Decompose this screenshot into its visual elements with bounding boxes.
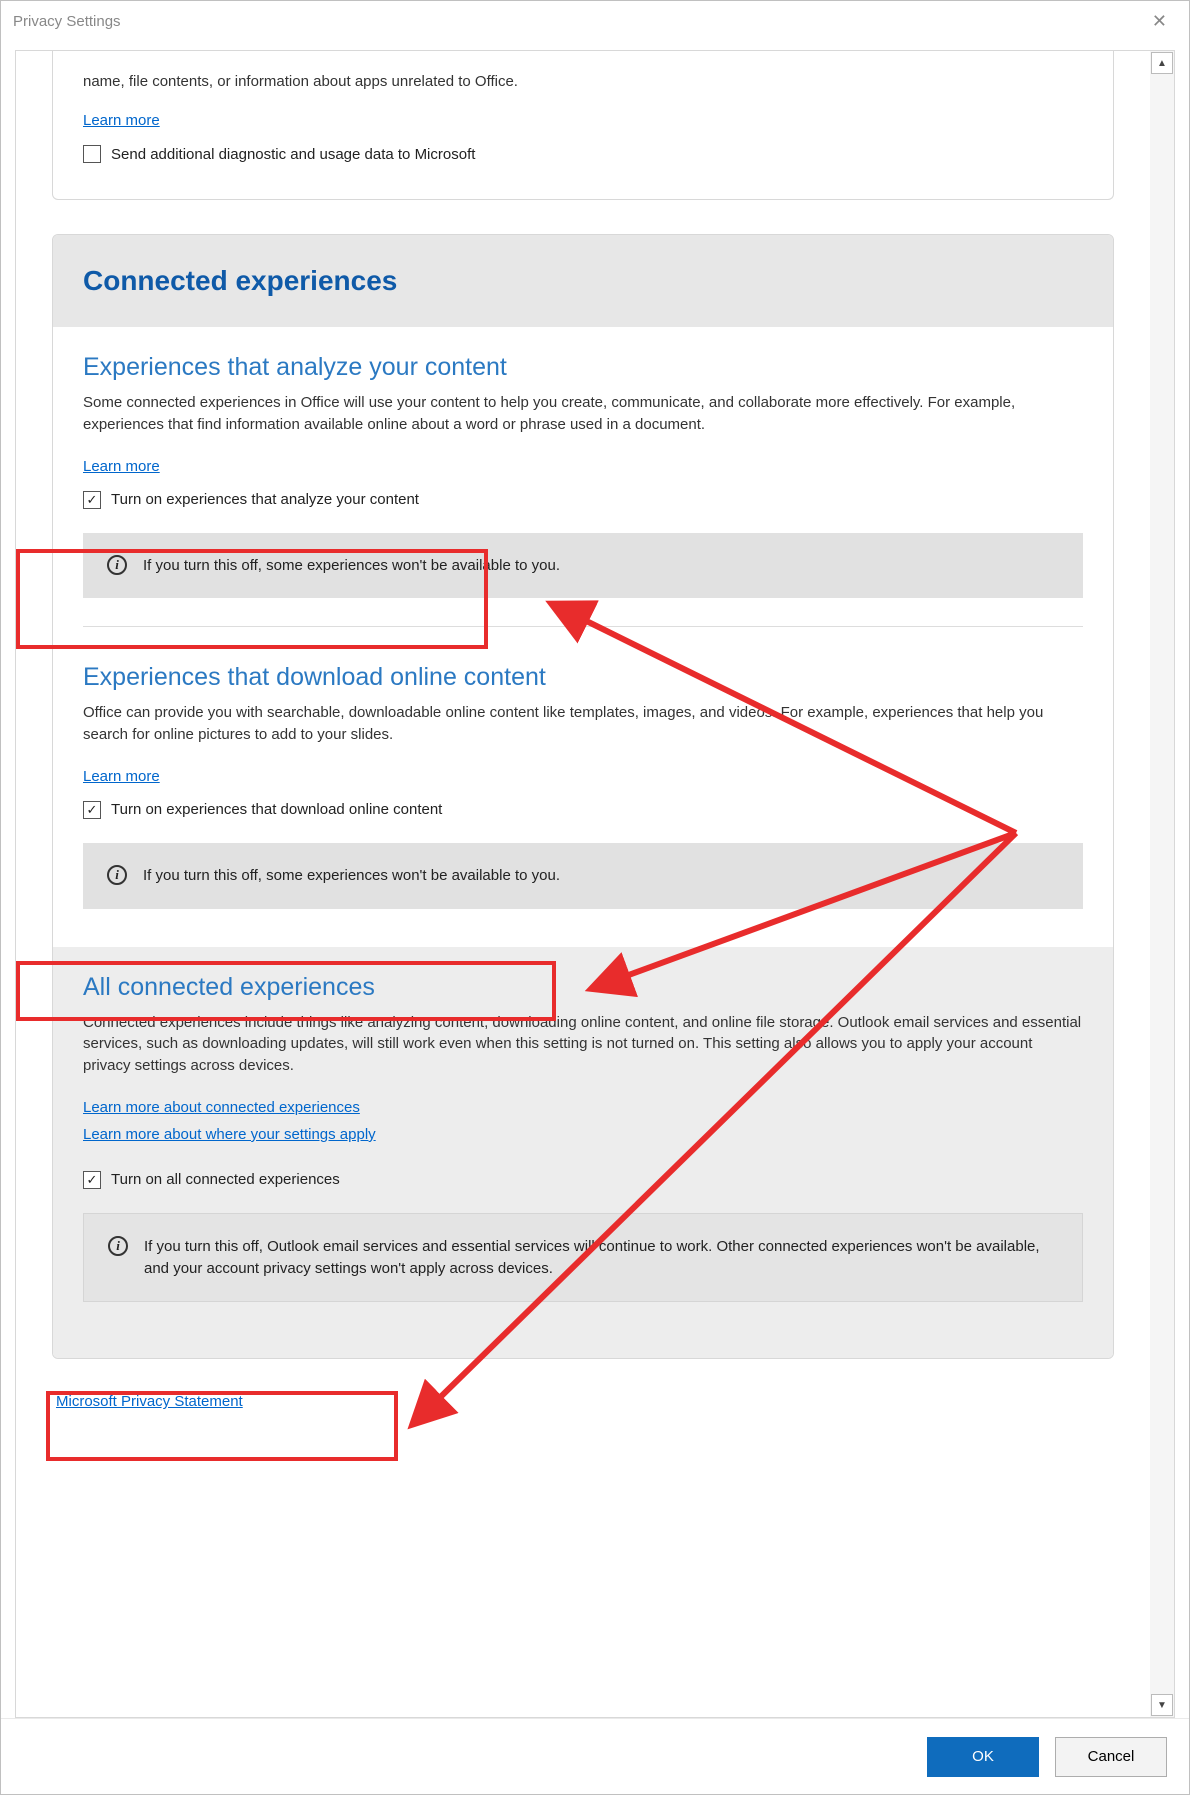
all-info-text: If you turn this off, Outlook email serv…	[144, 1236, 1058, 1280]
download-info-box: i If you turn this off, some experiences…	[83, 843, 1083, 909]
scroll-area: name, file contents, or information abou…	[16, 51, 1150, 1717]
analyze-info-text: If you turn this off, some experiences w…	[143, 555, 560, 577]
dialog-footer: OK Cancel	[1, 1718, 1189, 1794]
content-wrapper: name, file contents, or information abou…	[15, 50, 1175, 1718]
diagnostic-learn-more-link[interactable]: Learn more	[83, 112, 160, 129]
all-learn-more-connected-link[interactable]: Learn more about connected experiences	[83, 1099, 360, 1116]
scroll-up-icon[interactable]: ▲	[1151, 52, 1173, 74]
diagnostic-partial-text: name, file contents, or information abou…	[83, 73, 1083, 112]
ok-button[interactable]: OK	[927, 1737, 1039, 1777]
window-title: Privacy Settings	[13, 13, 121, 30]
download-section: Experiences that download online content…	[53, 637, 1113, 946]
analyze-checkbox-row[interactable]: ✓ Turn on experiences that analyze your …	[83, 485, 1083, 519]
all-checkbox[interactable]: ✓	[83, 1171, 101, 1189]
privacy-statement-link[interactable]: Microsoft Privacy Statement	[56, 1393, 243, 1410]
diagnostic-checkbox[interactable]	[83, 145, 101, 163]
download-heading: Experiences that download online content	[83, 663, 1083, 692]
analyze-desc: Some connected experiences in Office wil…	[83, 392, 1083, 436]
connected-experiences-card: Connected experiences Experiences that a…	[52, 234, 1114, 1359]
info-icon: i	[108, 1236, 128, 1256]
download-checkbox-row[interactable]: ✓ Turn on experiences that download onli…	[83, 795, 1083, 829]
analyze-checkbox-label: Turn on experiences that analyze your co…	[111, 491, 419, 508]
download-info-text: If you turn this off, some experiences w…	[143, 865, 560, 887]
all-heading: All connected experiences	[83, 973, 1083, 1002]
titlebar: Privacy Settings ✕	[1, 1, 1189, 41]
connected-heading: Connected experiences	[83, 265, 1083, 297]
all-info-box: i If you turn this off, Outlook email se…	[83, 1213, 1083, 1303]
scrollbar[interactable]: ▲ ▼	[1150, 51, 1174, 1717]
download-learn-more-link[interactable]: Learn more	[83, 768, 160, 785]
divider	[83, 626, 1083, 627]
connected-card-header: Connected experiences	[53, 235, 1113, 327]
download-checkbox-label: Turn on experiences that download online…	[111, 801, 442, 818]
all-connected-section: All connected experiences Connected expe…	[53, 947, 1113, 1359]
analyze-learn-more-link[interactable]: Learn more	[83, 458, 160, 475]
all-learn-more-settings-link[interactable]: Learn more about where your settings app…	[83, 1126, 376, 1143]
info-icon: i	[107, 555, 127, 575]
info-icon: i	[107, 865, 127, 885]
cancel-button[interactable]: Cancel	[1055, 1737, 1167, 1777]
diagnostic-checkbox-label: Send additional diagnostic and usage dat…	[111, 146, 475, 163]
download-desc: Office can provide you with searchable, …	[83, 702, 1083, 746]
scroll-down-icon[interactable]: ▼	[1151, 1694, 1173, 1716]
all-checkbox-row[interactable]: ✓ Turn on all connected experiences	[83, 1165, 1083, 1199]
diagnostic-card: name, file contents, or information abou…	[52, 51, 1114, 200]
analyze-heading: Experiences that analyze your content	[83, 353, 1083, 382]
analyze-info-box: i If you turn this off, some experiences…	[83, 533, 1083, 599]
privacy-settings-window: Privacy Settings ✕ name, file contents, …	[0, 0, 1190, 1795]
download-checkbox[interactable]: ✓	[83, 801, 101, 819]
all-checkbox-label: Turn on all connected experiences	[111, 1171, 340, 1188]
diagnostic-checkbox-row[interactable]: Send additional diagnostic and usage dat…	[83, 139, 1083, 173]
analyze-section: Experiences that analyze your content So…	[53, 327, 1113, 637]
close-icon[interactable]: ✕	[1142, 7, 1177, 36]
analyze-checkbox[interactable]: ✓	[83, 491, 101, 509]
all-desc: Connected experiences include things lik…	[83, 1012, 1083, 1077]
